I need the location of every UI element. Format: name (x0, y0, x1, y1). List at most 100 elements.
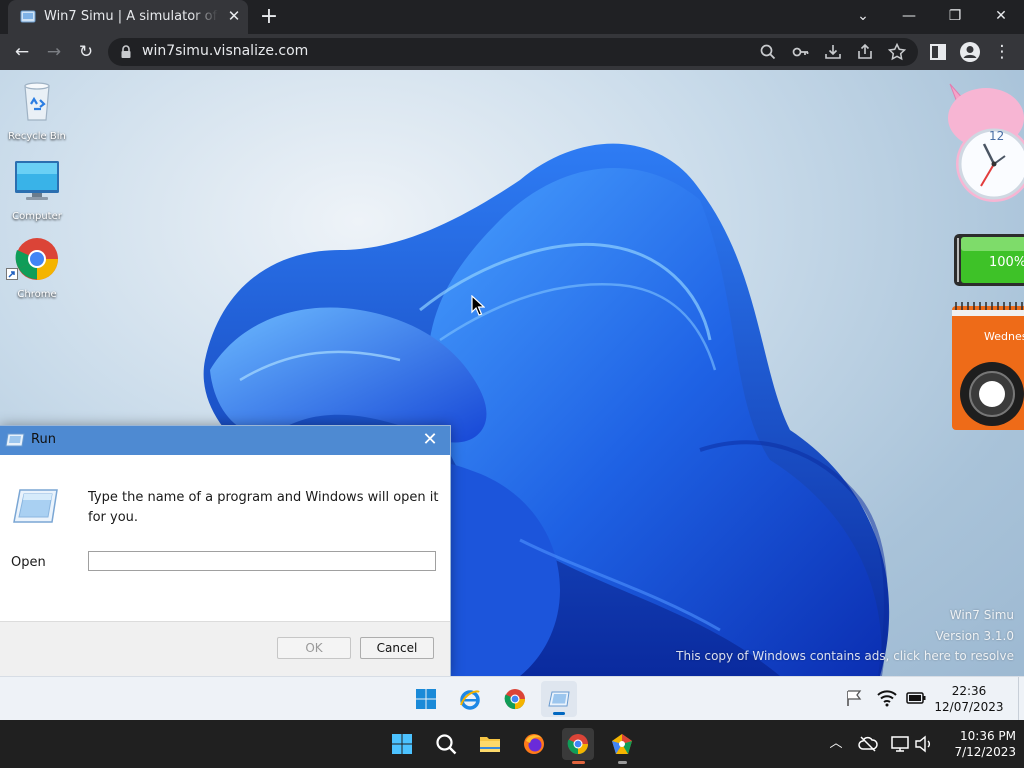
tab-title: Win7 Simu | A simulator of Windows (44, 9, 218, 24)
share-icon[interactable] (855, 42, 875, 62)
recycle-bin-label: Recycle Bin (8, 131, 66, 142)
computer-shortcut[interactable]: Computer (2, 158, 72, 222)
battery-gadget[interactable]: 100% (953, 233, 1024, 287)
sim-start-button[interactable] (408, 681, 444, 717)
minimize-button[interactable]: — (896, 4, 922, 28)
firefox-icon (524, 734, 544, 754)
cloud-offline-icon[interactable] (858, 734, 878, 754)
run-title: Run (31, 432, 56, 447)
tab-search-chevron-icon[interactable]: ⌄ (850, 4, 876, 28)
new-tab-button[interactable]: + (258, 6, 280, 28)
search-icon (436, 734, 457, 755)
desktop[interactable]: Recycle Bin Computer Chrome 12 100% Wedn… (0, 70, 1024, 676)
address-bar[interactable]: win7simu.visnalize.com (108, 38, 918, 66)
browser-toolbar: ← → ↻ win7simu.visnalize.com ⋮ (0, 34, 1024, 70)
show-desktop-button[interactable] (1018, 677, 1024, 721)
folder-icon (480, 737, 500, 752)
cat-clock-icon: 12 (948, 83, 1024, 202)
svg-text:100%: 100% (989, 255, 1024, 270)
running-indicator (618, 761, 627, 764)
windows-logo-icon (392, 734, 412, 754)
chrome-icon (567, 734, 588, 755)
shortcut-arrow-icon (6, 268, 18, 280)
computer-icon (15, 161, 59, 200)
side-panel-icon[interactable] (926, 40, 950, 64)
sim-date: 12/07/2023 (934, 700, 1004, 714)
recycle-bin-icon (24, 82, 50, 121)
battery-icon: 100% (954, 234, 1024, 286)
sim-taskbar: 22:36 12/07/2023 (0, 676, 1024, 721)
sim-taskbar-run[interactable] (541, 681, 577, 717)
restore-button[interactable]: ❐ (942, 4, 968, 28)
chrome-icon (15, 238, 58, 280)
tray-overflow-chevron-icon[interactable]: ︿ (826, 734, 846, 754)
browser-tabbar: Win7 Simu | A simulator of Windows ✕ + ⌄… (0, 0, 1024, 34)
sim-taskbar-ie[interactable] (452, 681, 488, 717)
host-search-button[interactable] (430, 728, 462, 760)
battery-tray-icon[interactable] (906, 689, 926, 707)
run-footer: OK Cancel (0, 621, 450, 676)
run-icon (5, 433, 25, 447)
reload-button[interactable]: ↻ (74, 40, 98, 64)
active-indicator (572, 761, 585, 764)
active-indicator (553, 712, 565, 715)
back-button[interactable]: ← (10, 40, 34, 64)
host-start-button[interactable] (386, 728, 418, 760)
chrome-icon (504, 689, 525, 710)
wifi-icon[interactable] (877, 689, 897, 707)
volume-icon[interactable] (914, 734, 934, 754)
sim-time: 22:36 (951, 684, 987, 698)
open-input[interactable] (88, 551, 436, 571)
calendar-icon: Wednes (952, 302, 1024, 430)
browser-tab[interactable]: Win7 Simu | A simulator of Windows ✕ (8, 0, 248, 34)
watermark-version: Version 3.1.0 (935, 629, 1014, 643)
sim-clock[interactable]: 22:36 12/07/2023 (930, 683, 1008, 715)
tab-close-icon[interactable]: ✕ (226, 8, 242, 24)
host-firefox[interactable] (518, 728, 550, 760)
network-icon[interactable] (890, 734, 910, 754)
run-icon (548, 691, 570, 707)
mouse-cursor (471, 295, 485, 316)
url-text: win7simu.visnalize.com (142, 43, 309, 59)
win7simu-favicon-icon (20, 10, 36, 23)
open-label: Open (11, 555, 46, 570)
computer-label: Computer (12, 211, 62, 222)
svg-text:12: 12 (989, 129, 1004, 143)
recycle-bin-shortcut[interactable]: Recycle Bin (2, 78, 72, 142)
cancel-button[interactable]: Cancel (360, 637, 434, 659)
host-clock[interactable]: 10:36 PM 7/12/2023 (944, 728, 1016, 760)
key-icon[interactable] (791, 42, 811, 62)
run-titlebar[interactable]: Run ✕ (0, 426, 450, 455)
run-message: Type the name of a program and Windows w… (88, 490, 439, 525)
chrome-label: Chrome (17, 289, 57, 300)
host-chrome[interactable] (562, 728, 594, 764)
run-dialog: Run ✕ Type the name of a program and Win… (0, 425, 451, 676)
ok-button[interactable]: OK (277, 637, 351, 659)
host-taskbar: ︿ 10:36 PM 7/12/2023 (0, 720, 1024, 768)
host-time: 10:36 PM (960, 729, 1016, 743)
chrome-shortcut[interactable]: Chrome (2, 236, 72, 300)
action-center-flag-icon[interactable] (845, 689, 865, 707)
install-app-icon[interactable] (823, 42, 843, 62)
browser-menu-icon[interactable]: ⋮ (990, 40, 1014, 64)
calendar-gadget[interactable]: Wednes (950, 300, 1024, 432)
activation-ad-link[interactable]: This copy of Windows contains ads, click… (676, 649, 1014, 663)
run-close-button[interactable]: ✕ (419, 429, 441, 451)
clock-gadget[interactable]: 12 (942, 80, 1024, 208)
watermark-title: Win7 Simu (949, 608, 1014, 622)
windows-logo-icon (416, 689, 436, 709)
run-large-icon (13, 489, 58, 523)
svg-text:Wednes: Wednes (984, 330, 1024, 343)
colorful-app-icon (612, 734, 632, 754)
forward-button[interactable]: → (42, 40, 66, 64)
host-date: 7/12/2023 (954, 745, 1016, 759)
host-file-explorer[interactable] (474, 728, 506, 760)
bookmark-star-icon[interactable] (887, 42, 907, 62)
sim-taskbar-chrome[interactable] (497, 681, 533, 717)
lock-icon (121, 45, 131, 58)
profile-avatar-icon[interactable] (958, 40, 982, 64)
close-window-button[interactable]: ✕ (988, 4, 1014, 28)
internet-explorer-icon (460, 690, 480, 710)
search-icon[interactable] (758, 42, 778, 62)
host-app-extra[interactable] (606, 728, 638, 764)
